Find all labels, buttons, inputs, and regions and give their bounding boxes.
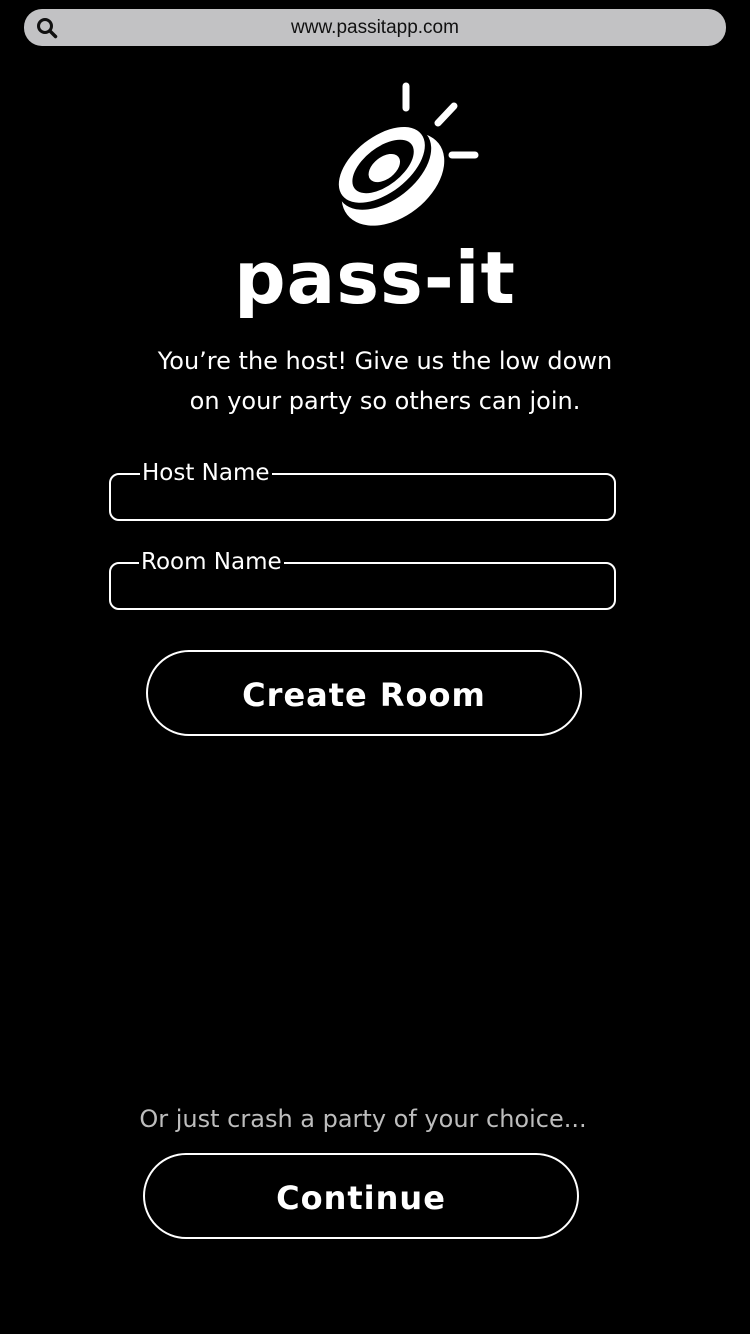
intro-text: You’re the host! Give us the low down on… <box>120 341 650 421</box>
host-name-input[interactable] <box>123 481 602 517</box>
create-room-button[interactable]: Create Room <box>146 650 582 736</box>
speaker-icon <box>337 82 479 226</box>
intro-line-2: on your party so others can join. <box>189 387 581 415</box>
intro-line-1: You’re the host! Give us the low down <box>157 347 613 375</box>
host-name-field[interactable]: Host Name <box>109 459 616 521</box>
room-name-input[interactable] <box>123 570 602 606</box>
url-bar[interactable]: www.passitapp.com <box>24 9 726 46</box>
brand-name: pass-it <box>234 236 516 320</box>
url-text[interactable]: www.passitapp.com <box>24 9 726 46</box>
crash-party-prompt: Or just crash a party of your choice... <box>139 1105 587 1133</box>
room-name-field[interactable]: Room Name <box>109 548 616 610</box>
continue-button[interactable]: Continue <box>143 1153 579 1239</box>
